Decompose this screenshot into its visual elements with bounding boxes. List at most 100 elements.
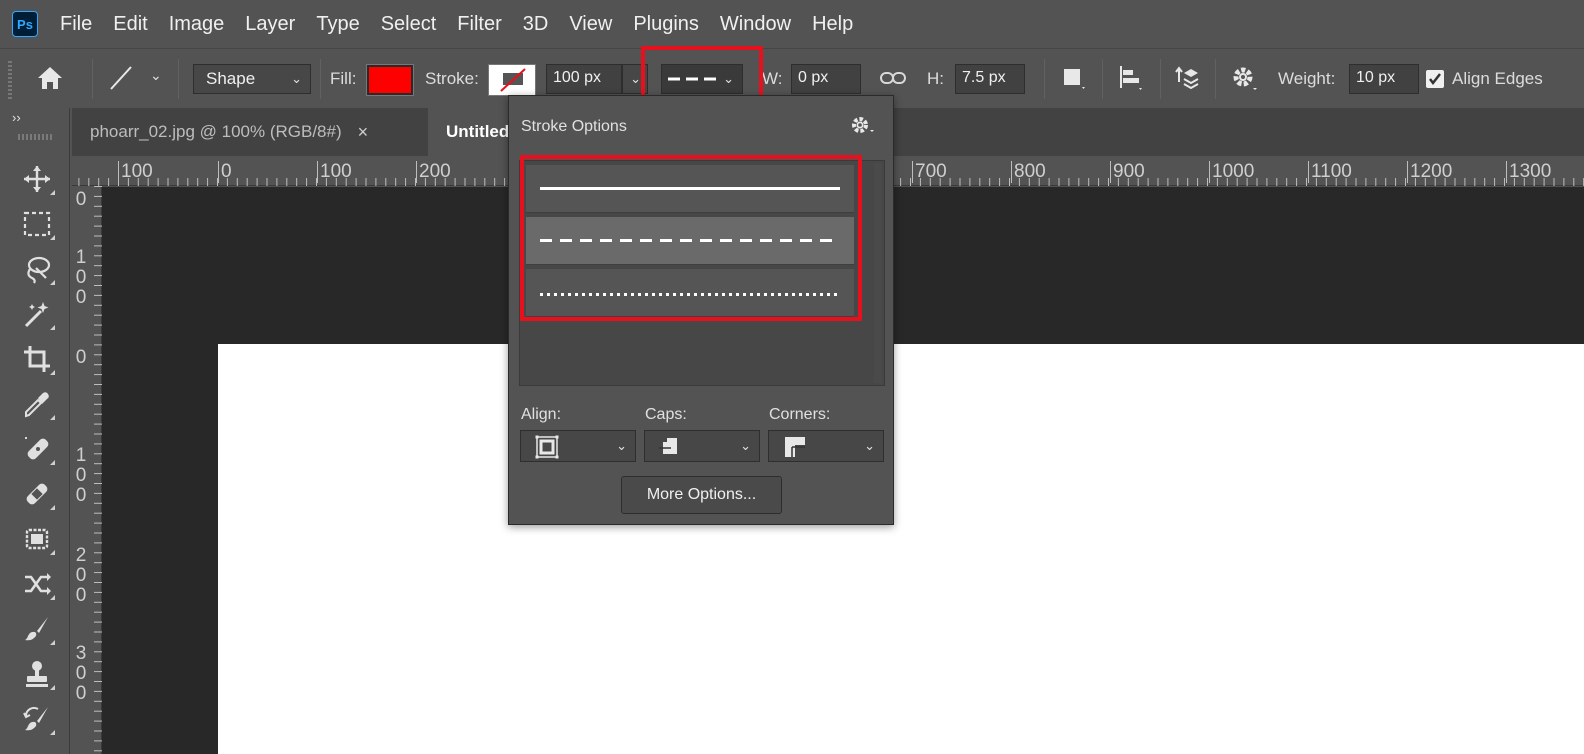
ruler-label: 100 xyxy=(75,247,87,308)
options-grip[interactable] xyxy=(8,59,12,99)
chevron-down-icon: ⌄ xyxy=(291,71,302,86)
separator xyxy=(178,59,179,99)
chevron-down-icon: ⌄ xyxy=(616,438,627,453)
caps-dropdown[interactable]: ⌄ xyxy=(644,430,760,462)
tools-panel: ›› xyxy=(0,108,70,754)
ruler-label: 100 xyxy=(118,161,153,183)
menu-select[interactable]: Select xyxy=(381,13,437,36)
marquee-tool-icon[interactable] xyxy=(18,205,56,243)
ruler-label: 200 xyxy=(75,545,87,606)
width-input[interactable]: 0 px xyxy=(791,64,861,94)
align-edges-checkbox[interactable] xyxy=(1426,70,1444,88)
popup-title: Stroke Options xyxy=(521,118,627,135)
caps-label: Caps: xyxy=(645,406,687,423)
separator xyxy=(1215,59,1216,99)
tool-preset-chevron-icon[interactable]: ⌄ xyxy=(150,67,162,84)
path-alignment-icon[interactable] xyxy=(1113,61,1147,95)
ruler-label: 0 xyxy=(75,347,87,368)
tab-label: Untitled xyxy=(446,122,510,141)
ruler-label: 0 xyxy=(218,161,232,183)
close-icon[interactable]: × xyxy=(358,122,369,143)
corners-label: Corners: xyxy=(769,406,831,423)
path-arrangement-icon[interactable] xyxy=(1170,61,1204,95)
brush-tool-icon[interactable] xyxy=(18,610,56,648)
fill-label: Fill: xyxy=(330,69,357,88)
align-dropdown[interactable]: ⌄ xyxy=(520,430,636,462)
chevron-down-icon: ⌄ xyxy=(864,438,875,453)
align-label: Align: xyxy=(521,406,562,423)
stroke-swatch[interactable] xyxy=(488,64,536,96)
butt-cap-icon xyxy=(659,438,677,454)
eyedropper-icon[interactable] xyxy=(18,385,56,423)
menu-view[interactable]: View xyxy=(569,13,612,36)
ruler-label: 100 xyxy=(317,161,352,183)
more-options-button[interactable]: More Options... xyxy=(621,476,782,514)
align-edges-label: Align Edges xyxy=(1452,69,1543,88)
line-tool-icon[interactable] xyxy=(104,61,138,95)
menu-file[interactable]: File xyxy=(60,13,92,36)
healing-brush-icon[interactable] xyxy=(18,475,56,513)
history-brush-icon[interactable] xyxy=(18,700,56,738)
fill-color xyxy=(369,67,411,93)
corners-dropdown[interactable]: ⌄ xyxy=(768,430,884,462)
tools-grip[interactable] xyxy=(18,134,52,140)
move-tool-icon[interactable] xyxy=(18,160,56,198)
stroke-width-input[interactable]: 100 px xyxy=(546,64,622,94)
magic-wand-icon[interactable] xyxy=(18,295,56,333)
patch-tool-icon[interactable] xyxy=(18,520,56,558)
menu-type[interactable]: Type xyxy=(316,13,359,36)
content-aware-move-icon[interactable] xyxy=(18,565,56,603)
gear-icon[interactable] xyxy=(1227,61,1261,95)
menu-3d[interactable]: 3D xyxy=(523,13,549,36)
w-label: W: xyxy=(762,69,783,88)
ruler-label: 1300 xyxy=(1506,161,1551,183)
path-operations-icon[interactable] xyxy=(1056,61,1090,95)
ruler-label: 700 xyxy=(912,161,947,183)
menu-image[interactable]: Image xyxy=(169,13,225,36)
tab-phoarr[interactable]: phoarr_02.jpg @ 100% (RGB/8#) × xyxy=(72,108,422,156)
ruler-label: 100 xyxy=(75,445,87,506)
menu-plugins[interactable]: Plugins xyxy=(633,13,699,36)
list-scrollbar[interactable] xyxy=(874,163,882,383)
menu-filter[interactable]: Filter xyxy=(457,13,501,36)
ruler-label: 900 xyxy=(1110,161,1145,183)
miter-join-icon xyxy=(785,437,805,457)
ruler-label: 200 xyxy=(416,161,451,183)
weight-label: Weight: xyxy=(1278,69,1336,88)
separator xyxy=(320,59,321,99)
link-icon[interactable] xyxy=(876,61,910,95)
spot-healing-icon[interactable] xyxy=(18,430,56,468)
home-icon[interactable] xyxy=(33,61,67,95)
ruler-label: 0 xyxy=(75,189,87,210)
separator xyxy=(1160,59,1161,99)
crop-tool-icon[interactable] xyxy=(18,340,56,378)
highlight-presets xyxy=(520,155,862,321)
separator xyxy=(1044,59,1045,99)
stroke-label: Stroke: xyxy=(425,69,479,88)
clone-stamp-icon[interactable] xyxy=(18,655,56,693)
weight-input[interactable]: 10 px xyxy=(1349,64,1419,94)
lasso-tool-icon[interactable] xyxy=(18,250,56,288)
gear-icon[interactable] xyxy=(849,114,879,138)
menu-layer[interactable]: Layer xyxy=(245,13,295,36)
separator xyxy=(92,59,93,99)
ruler-label: 1000 xyxy=(1209,161,1254,183)
document-canvas[interactable] xyxy=(218,344,1584,754)
photoshop-window: Ps File Edit Image Layer Type Select Fil… xyxy=(0,0,1584,754)
tab-label: phoarr_02.jpg @ 100% (RGB/8#) xyxy=(90,122,342,141)
separator xyxy=(1102,59,1103,99)
menu-help[interactable]: Help xyxy=(812,13,853,36)
vertical-ruler: 0 100 0 100 200 300 xyxy=(72,186,102,754)
menu-bar: Ps File Edit Image Layer Type Select Fil… xyxy=(0,0,1584,48)
fill-swatch[interactable] xyxy=(366,64,414,96)
h-label: H: xyxy=(927,69,944,88)
mode-dropdown[interactable]: Shape ⌄ xyxy=(193,64,311,94)
chevron-down-icon: ⌄ xyxy=(740,438,751,453)
collapse-panel-icon[interactable]: ›› xyxy=(12,110,21,125)
ruler-label: 800 xyxy=(1011,161,1046,183)
stroke-options-popup: Stroke Options Align: Caps: Corners: ⌄ ⌄… xyxy=(508,95,894,525)
height-input[interactable]: 7.5 px xyxy=(955,64,1025,94)
menu-edit[interactable]: Edit xyxy=(113,13,147,36)
menu-window[interactable]: Window xyxy=(720,13,791,36)
mode-value: Shape xyxy=(206,69,256,88)
